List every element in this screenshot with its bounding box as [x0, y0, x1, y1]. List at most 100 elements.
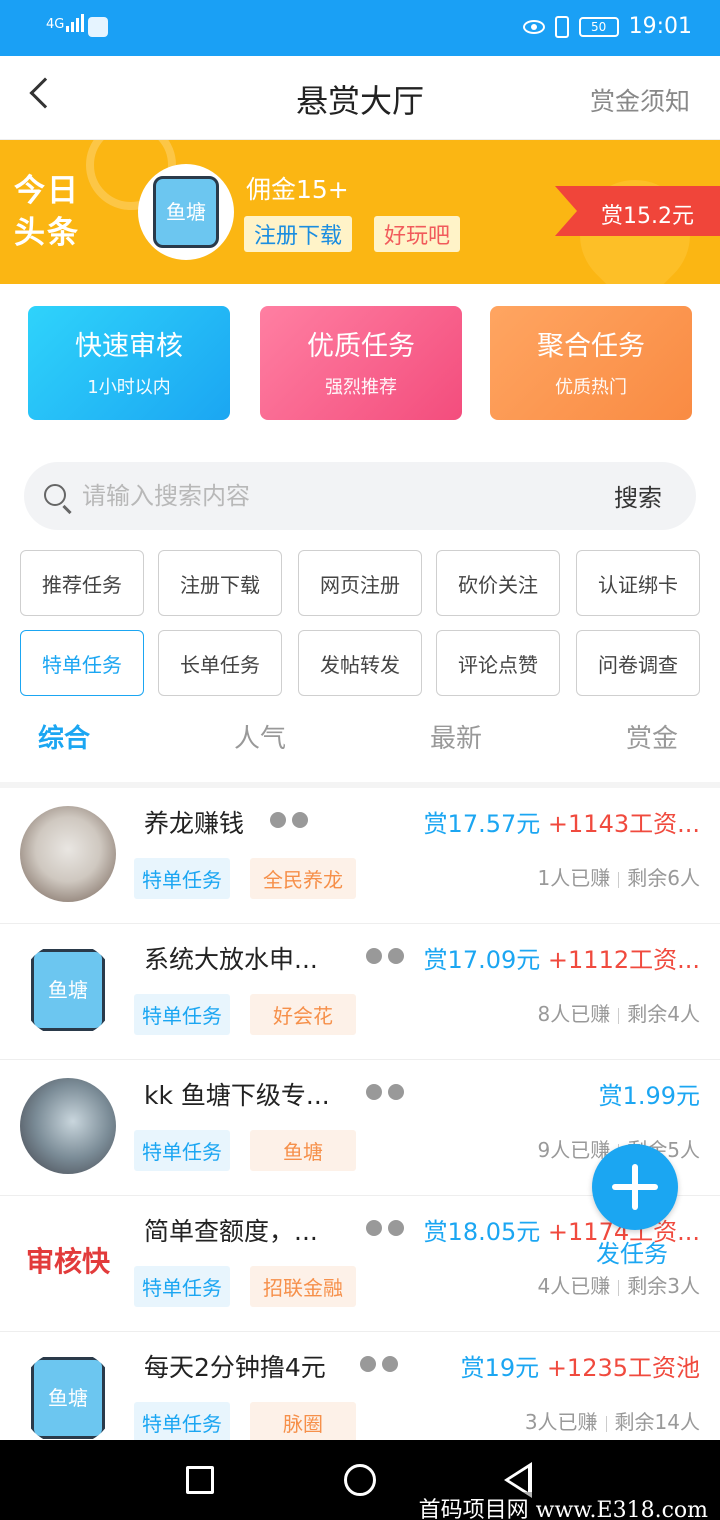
card-aggregate-tasks[interactable]: 聚合任务 优质热门	[490, 306, 692, 420]
task-row[interactable]: 养龙赚钱 赏17.57元 +1143工资... 特单任务 全民养龙 1人已赚 剩余…	[0, 788, 720, 924]
task-earned: 4人已赚	[537, 1274, 611, 1298]
task-thumbnail: 鱼塘	[20, 1350, 116, 1446]
task-type-tag: 特单任务	[134, 858, 230, 899]
filter-chip[interactable]: 长单任务	[158, 630, 282, 696]
apple-icon	[388, 1220, 404, 1236]
banner-avatar: 鱼塘	[138, 164, 234, 260]
task-name: 简单查额度，...	[144, 1217, 318, 1246]
task-thumbnail	[20, 1078, 116, 1174]
filter-chip-active[interactable]: 特单任务	[20, 630, 144, 696]
task-category-tag: 招联金融	[250, 1266, 356, 1307]
task-price: 赏19元 +1235工资池	[461, 1348, 700, 1383]
banner-tag: 好玩吧	[374, 216, 461, 252]
task-type-tag: 特单任务	[134, 1266, 230, 1307]
apple-icon	[382, 1356, 398, 1372]
task-earned: 3人已赚	[524, 1410, 598, 1434]
platform-icons	[366, 948, 404, 964]
network-type: 4G	[46, 17, 65, 32]
card-title: 优质任务	[307, 331, 415, 362]
banner-reward: 赏15.2元	[555, 186, 720, 236]
fish-pond-logo-icon: 鱼塘	[31, 1357, 105, 1439]
vibrate-icon	[554, 15, 569, 38]
task-type-tag: 特单任务	[134, 1402, 230, 1443]
task-pool: +1235工资池	[546, 1354, 700, 1382]
task-type-tag: 特单任务	[134, 1130, 230, 1171]
task-stats: 1人已赚 剩余6人	[538, 862, 700, 891]
banner-headline: 佣金15+	[246, 175, 349, 204]
task-remaining: 剩余3人	[627, 1274, 700, 1298]
thumb-text: 鱼塘	[48, 1386, 88, 1410]
header: 悬赏大厅 赏金须知	[0, 56, 720, 140]
task-name: kk 鱼塘下级专...	[144, 1081, 330, 1110]
clock: 19:01	[628, 14, 692, 39]
task-reward: 赏17.09元	[423, 946, 541, 974]
signal-icon: 4G	[46, 14, 85, 32]
search-button[interactable]: 搜索	[614, 478, 662, 513]
filter-chip[interactable]: 问卷调查	[576, 630, 700, 696]
filter-chip[interactable]: 网页注册	[298, 550, 422, 616]
card-subtitle: 强烈推荐	[325, 377, 397, 398]
apple-icon	[388, 1084, 404, 1100]
card-title: 快速审核	[75, 331, 183, 362]
filter-chip[interactable]: 推荐任务	[20, 550, 144, 616]
app-notification-icon	[88, 17, 108, 37]
thumb-stamp-text: 审核快	[25, 1245, 110, 1278]
apple-icon	[388, 948, 404, 964]
filter-chip[interactable]: 发帖转发	[298, 630, 422, 696]
task-stats: 4人已赚 剩余3人	[538, 1270, 700, 1299]
android-icon	[360, 1356, 376, 1372]
sort-tab-overall[interactable]: 综合	[38, 718, 90, 755]
battery-icon: 50	[578, 16, 619, 37]
task-category-tag: 好会花	[250, 994, 356, 1035]
task-price: 赏17.09元 +1112工资...	[424, 940, 700, 975]
sort-tab-newest[interactable]: 最新	[430, 718, 482, 755]
thumb-text: 鱼塘	[48, 978, 88, 1002]
task-earned: 9人已赚	[537, 1138, 611, 1162]
home-icon[interactable]	[344, 1464, 376, 1496]
sort-tab-popularity[interactable]: 人气	[234, 718, 286, 755]
banner-tag: 注册下载	[244, 216, 353, 252]
filter-chip[interactable]: 评论点赞	[436, 630, 560, 696]
task-reward: 赏1.99元	[598, 1082, 700, 1110]
search-input[interactable]	[82, 476, 582, 516]
task-remaining: 剩余4人	[627, 1002, 700, 1026]
android-icon	[270, 812, 286, 828]
avatar-text: 鱼塘	[166, 200, 206, 224]
battery-level: 50	[590, 19, 607, 34]
card-quality-tasks[interactable]: 优质任务 强烈推荐	[260, 306, 462, 420]
card-subtitle: 优质热门	[555, 377, 627, 398]
recents-icon[interactable]	[186, 1466, 214, 1494]
task-remaining: 剩余14人	[614, 1410, 700, 1434]
fish-pond-logo-icon: 鱼塘	[31, 949, 105, 1031]
android-icon	[366, 1084, 382, 1100]
task-category-tag: 全民养龙	[250, 858, 356, 899]
task-name: 养龙赚钱	[144, 809, 245, 838]
publish-task-label[interactable]: 发任务	[596, 1234, 668, 1269]
search-icon	[44, 484, 66, 506]
banner-label: 今日头条	[14, 173, 80, 251]
headline-banner[interactable]: 今日头条 鱼塘 佣金15+ 注册下载 好玩吧 赏15.2元	[0, 140, 720, 284]
task-category-tag: 鱼塘	[250, 1130, 356, 1171]
task-thumbnail: 审核快	[20, 1214, 116, 1310]
sort-tab-reward[interactable]: 赏金	[626, 718, 678, 755]
task-row[interactable]: 鱼塘 系统大放水申... 赏17.09元 +1112工资... 特单任务 好会花…	[0, 924, 720, 1060]
filter-chip[interactable]: 认证绑卡	[576, 550, 700, 616]
platform-icons	[270, 812, 308, 828]
task-name: 每天2分钟撸4元	[144, 1353, 326, 1382]
task-reward: 赏18.05元	[423, 1218, 541, 1246]
filter-chip[interactable]: 注册下载	[158, 550, 282, 616]
publish-task-button[interactable]	[592, 1144, 678, 1230]
eye-comfort-icon	[522, 19, 545, 34]
card-fast-review[interactable]: 快速审核 1小时以内	[28, 306, 230, 420]
task-stats: 3人已赚 剩余14人	[525, 1406, 700, 1435]
platform-icons	[366, 1084, 404, 1100]
task-pool: +1112工资...	[547, 946, 700, 974]
task-earned: 8人已赚	[537, 1002, 611, 1026]
filter-chip[interactable]: 砍价关注	[436, 550, 560, 616]
task-type-tag: 特单任务	[134, 994, 230, 1035]
reward-notice-link[interactable]: 赏金须知	[590, 82, 690, 118]
android-icon	[366, 1220, 382, 1236]
task-reward: 赏17.57元	[423, 810, 541, 838]
android-icon	[366, 948, 382, 964]
watermark: 首码项目网 www.E318.com	[414, 1492, 712, 1520]
